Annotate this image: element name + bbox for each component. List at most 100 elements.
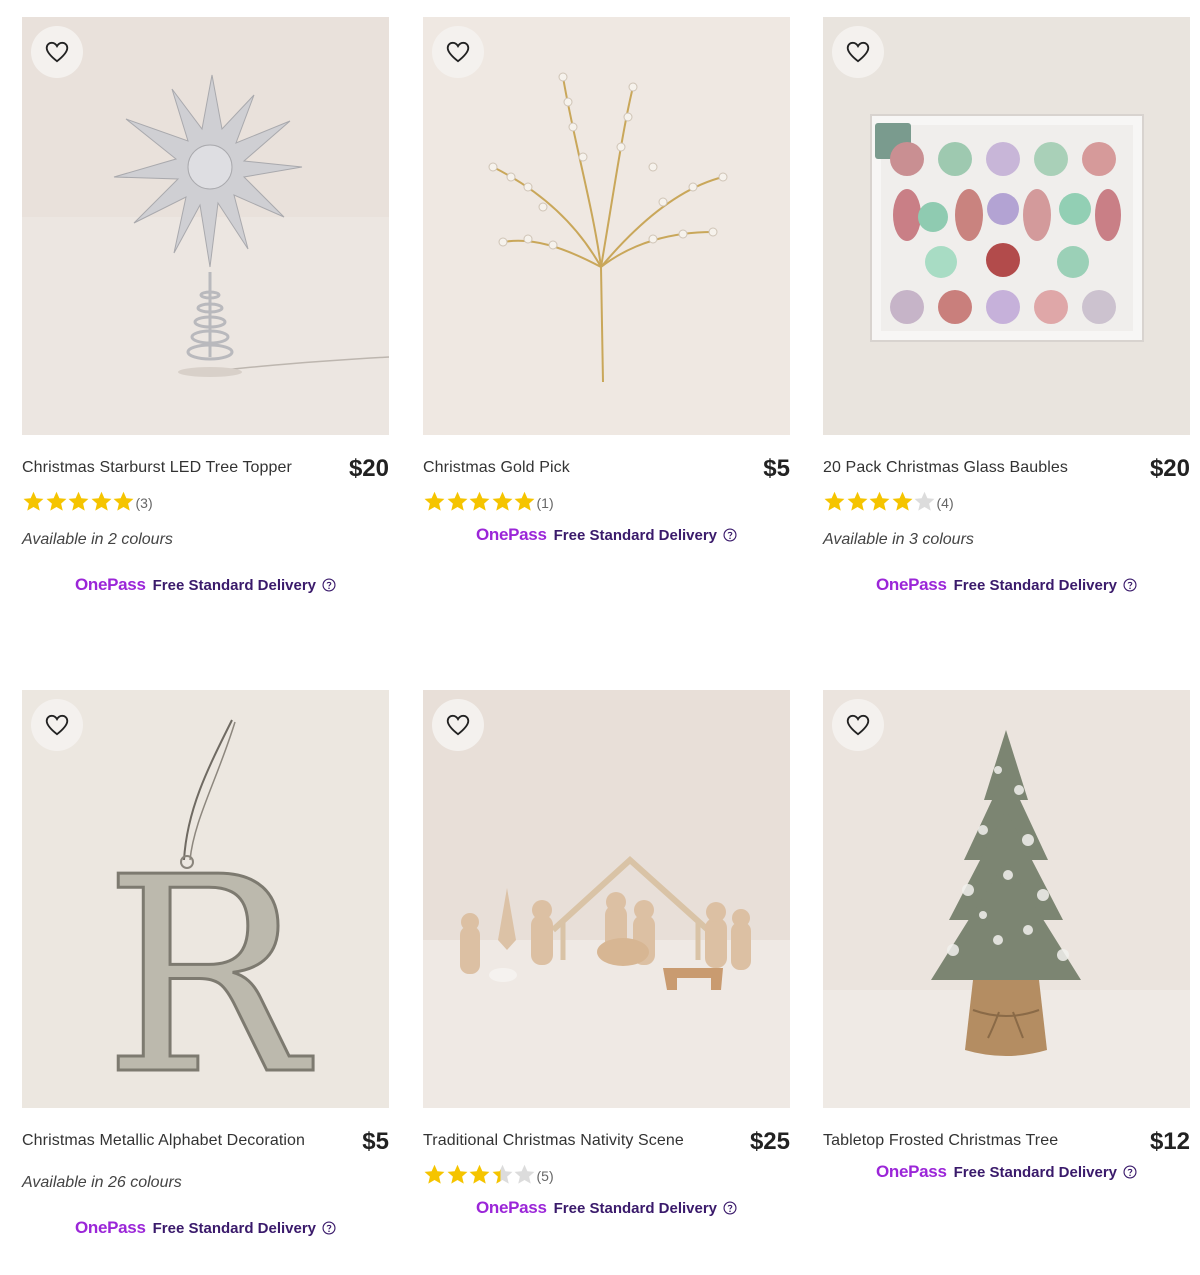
product-card[interactable]: 20 Pack Christmas Glass Baubles $20 (4) … (823, 17, 1190, 595)
product-grid: Christmas Starburst LED Tree Topper $20 … (0, 0, 1200, 1275)
product-title[interactable]: Traditional Christmas Nativity Scene (423, 1132, 684, 1150)
star-icon (824, 491, 845, 511)
product-image-baubles (823, 17, 1190, 435)
svg-text:R: R (103, 819, 314, 1108)
delivery-text: Free Standard Delivery (152, 576, 317, 594)
wishlist-button[interactable] (432, 26, 484, 78)
product-image[interactable] (22, 17, 389, 435)
product-title[interactable]: Christmas Gold Pick (423, 459, 570, 477)
question-circle-icon[interactable] (1123, 578, 1137, 592)
rating[interactable]: (4) (823, 489, 1190, 513)
star-icon (469, 1164, 490, 1184)
wishlist-button[interactable] (31, 699, 83, 751)
onepass-delivery[interactable]: OnePass Free Standard Delivery (823, 1162, 1190, 1182)
question-circle-icon[interactable] (723, 1201, 737, 1215)
product-title[interactable]: Christmas Metallic Alphabet Decoration (22, 1132, 305, 1150)
product-image[interactable]: R (22, 690, 389, 1108)
heart-outline-icon (446, 41, 470, 63)
star-icon (847, 491, 867, 511)
product-image[interactable] (423, 690, 790, 1108)
onepass-logo: OnePass (875, 575, 947, 594)
star-icon (23, 491, 44, 511)
product-price: $5 (763, 455, 790, 482)
star-rating (823, 490, 936, 513)
star-icon (914, 491, 935, 511)
question-circle-icon[interactable] (723, 528, 737, 542)
delivery-text: Free Standard Delivery (553, 526, 718, 544)
heart-outline-icon (45, 714, 69, 736)
rating[interactable]: (5) (423, 1162, 790, 1186)
onepass-logo: OnePass (475, 525, 547, 544)
product-card[interactable]: R Christmas Metallic Alphabet Decoration… (22, 690, 389, 1238)
onepass-delivery[interactable]: OnePass Free Standard Delivery (823, 575, 1190, 595)
rating[interactable]: (3) (22, 489, 389, 513)
onepass-delivery[interactable]: OnePass Free Standard Delivery (423, 525, 790, 545)
star-rating (423, 1163, 536, 1186)
delivery-text: Free Standard Delivery (152, 1219, 317, 1237)
onepass-logo: OnePass (875, 1162, 947, 1181)
star-icon (514, 1164, 535, 1184)
star-icon (892, 491, 912, 511)
onepass-logo: OnePass (74, 1218, 146, 1237)
review-count: (1) (536, 495, 554, 511)
wishlist-button[interactable] (832, 699, 884, 751)
product-price: $20 (1149, 455, 1190, 482)
product-image[interactable] (423, 17, 790, 435)
product-price: $25 (749, 1128, 790, 1155)
product-card[interactable]: Christmas Gold Pick $5 (1) OnePass Free … (423, 17, 790, 545)
star-icon (492, 1164, 512, 1184)
star-icon (514, 491, 535, 511)
product-image-alphabet-r: R (22, 690, 389, 1108)
product-image[interactable] (823, 690, 1190, 1108)
rating[interactable]: (1) (423, 489, 790, 513)
wishlist-button[interactable] (432, 699, 484, 751)
wishlist-button[interactable] (31, 26, 83, 78)
review-count: (4) (936, 495, 954, 511)
star-icon (447, 491, 467, 511)
product-price: $12 (1149, 1128, 1190, 1155)
product-card[interactable]: Tabletop Frosted Christmas Tree $12 OneP… (823, 690, 1190, 1182)
star-icon (869, 491, 890, 511)
product-image-nativity (423, 690, 790, 1108)
delivery-text: Free Standard Delivery (553, 1199, 718, 1217)
colour-availability: Available in 3 colours (823, 531, 974, 548)
star-icon (424, 491, 445, 511)
onepass-logo: OnePass (475, 1198, 547, 1217)
colour-availability: Available in 2 colours (22, 531, 173, 548)
star-icon (447, 1164, 467, 1184)
wishlist-button[interactable] (832, 26, 884, 78)
delivery-text: Free Standard Delivery (953, 576, 1118, 594)
product-image[interactable] (823, 17, 1190, 435)
onepass-delivery[interactable]: OnePass Free Standard Delivery (22, 575, 389, 595)
heart-outline-icon (846, 41, 870, 63)
heart-outline-icon (446, 714, 470, 736)
product-price: $20 (348, 455, 389, 482)
product-image-frosted-tree (823, 690, 1190, 1108)
onepass-logo: OnePass (74, 575, 146, 594)
product-title[interactable]: Christmas Starburst LED Tree Topper (22, 459, 292, 477)
review-count: (5) (536, 1168, 554, 1184)
onepass-delivery[interactable]: OnePass Free Standard Delivery (22, 1218, 389, 1238)
product-image-gold-pick (423, 17, 790, 435)
star-icon (46, 491, 66, 511)
colour-availability: Available in 26 colours (22, 1174, 182, 1191)
star-rating (22, 490, 135, 513)
heart-outline-icon (846, 714, 870, 736)
onepass-delivery[interactable]: OnePass Free Standard Delivery (423, 1198, 790, 1218)
product-title[interactable]: Tabletop Frosted Christmas Tree (823, 1132, 1058, 1150)
delivery-text: Free Standard Delivery (953, 1163, 1118, 1181)
product-title[interactable]: 20 Pack Christmas Glass Baubles (823, 459, 1068, 477)
question-circle-icon[interactable] (322, 578, 336, 592)
star-rating (423, 490, 536, 513)
star-icon (68, 491, 89, 511)
question-circle-icon[interactable] (1123, 1165, 1137, 1179)
question-circle-icon[interactable] (322, 1221, 336, 1235)
review-count: (3) (135, 495, 153, 511)
star-icon (113, 491, 134, 511)
product-image-starburst (22, 17, 389, 435)
star-icon (469, 491, 490, 511)
product-card[interactable]: Christmas Starburst LED Tree Topper $20 … (22, 17, 389, 595)
star-icon (424, 1164, 445, 1184)
product-card[interactable]: Traditional Christmas Nativity Scene $25… (423, 690, 790, 1218)
star-icon (492, 491, 512, 511)
